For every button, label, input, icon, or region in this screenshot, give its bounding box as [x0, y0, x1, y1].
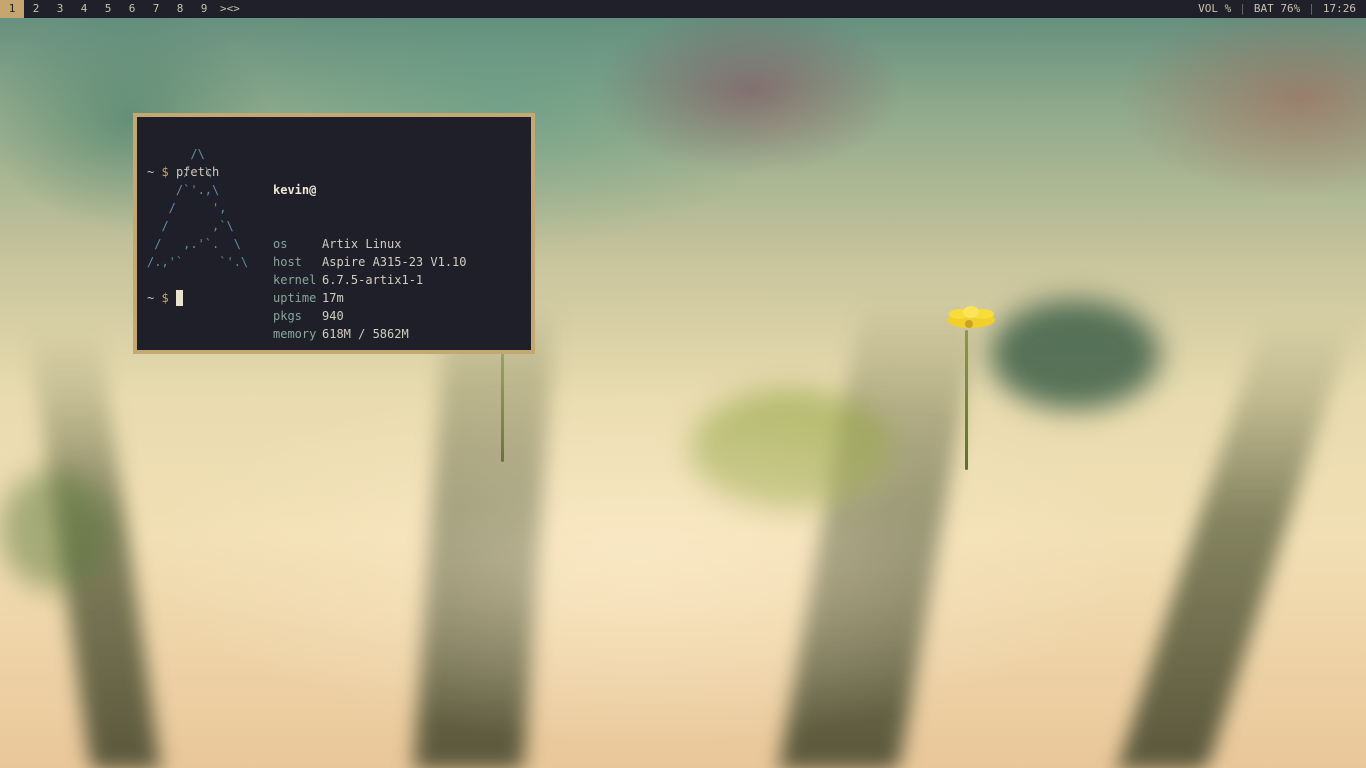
info-row-os: os Artix Linux [273, 235, 467, 253]
info-key: os [273, 237, 288, 251]
info-key: memory [273, 327, 317, 341]
system-info: kevin@ os Artix Linux host Aspire A315-23 V… [273, 145, 467, 379]
active-prompt[interactable]: ~ $ [147, 289, 183, 307]
info-key: uptime [273, 291, 317, 305]
workspace-4[interactable]: 4 [72, 0, 96, 18]
info-value: Artix Linux [322, 237, 402, 251]
clock: 17:26 [1322, 2, 1356, 15]
workspace-switcher: 1 2 3 4 5 6 7 8 9 ><> [0, 0, 240, 18]
workspace-5[interactable]: 5 [96, 0, 120, 18]
info-value: 940 [322, 309, 344, 323]
workspace-7[interactable]: 7 [144, 0, 168, 18]
info-row-host: host Aspire A315-23 V1.10 [273, 253, 467, 271]
text-cursor [175, 290, 183, 306]
info-value: 6.7.5-artix1-1 [322, 273, 424, 287]
workspace-9[interactable]: 9 [192, 0, 216, 18]
info-row-memory: memory 618M / 5862M [273, 325, 467, 343]
status-separator: | [1239, 2, 1246, 15]
info-key: pkgs [273, 309, 302, 323]
grass-stem [501, 352, 504, 462]
terminal-content[interactable]: ~ $ pfetch /\ / \ /`'.,\ / ', / ,`\ / ,.… [147, 127, 523, 342]
battery-indicator: BAT 76% [1253, 2, 1301, 15]
info-value: 17m [322, 291, 344, 305]
workspace-8[interactable]: 8 [168, 0, 192, 18]
artix-logo-ascii: /\ / \ /`'.,\ / ', / ,`\ / ,.'`. \ /.,'`… [147, 147, 249, 269]
prompt-tilde: ~ [147, 291, 155, 305]
status-separator: | [1308, 2, 1315, 15]
workspace-2[interactable]: 2 [24, 0, 48, 18]
workspace-3[interactable]: 3 [48, 0, 72, 18]
layout-indicator[interactable]: ><> [220, 0, 240, 18]
info-row-kernel: kernel 6.7.5-artix1-1 [273, 271, 467, 289]
status-bar: 1 2 3 4 5 6 7 8 9 ><> VOL % | BAT 76% | 17:26 [0, 0, 1366, 18]
info-key: kernel [273, 273, 317, 287]
info-value: 618M / 5862M [322, 327, 409, 341]
info-row-pkgs: pkgs 940 [273, 307, 467, 325]
info-key: host [273, 255, 302, 269]
prompt-dollar: $ [161, 291, 169, 305]
status-area: VOL % | BAT 76% | 17:26 [1198, 0, 1356, 18]
yellow-flower-image [947, 306, 995, 328]
info-row-uptime: uptime 17m [273, 289, 467, 307]
info-value: Aspire A315-23 V1.10 [322, 255, 467, 269]
workspace-1[interactable]: 1 [0, 0, 24, 18]
flower-stem [965, 330, 968, 470]
username: kevin@ [273, 183, 317, 197]
terminal-window[interactable]: ~ $ pfetch /\ / \ /`'.,\ / ', / ,`\ / ,.… [133, 113, 535, 354]
volume-indicator[interactable]: VOL % [1198, 0, 1231, 18]
workspace-6[interactable]: 6 [120, 0, 144, 18]
